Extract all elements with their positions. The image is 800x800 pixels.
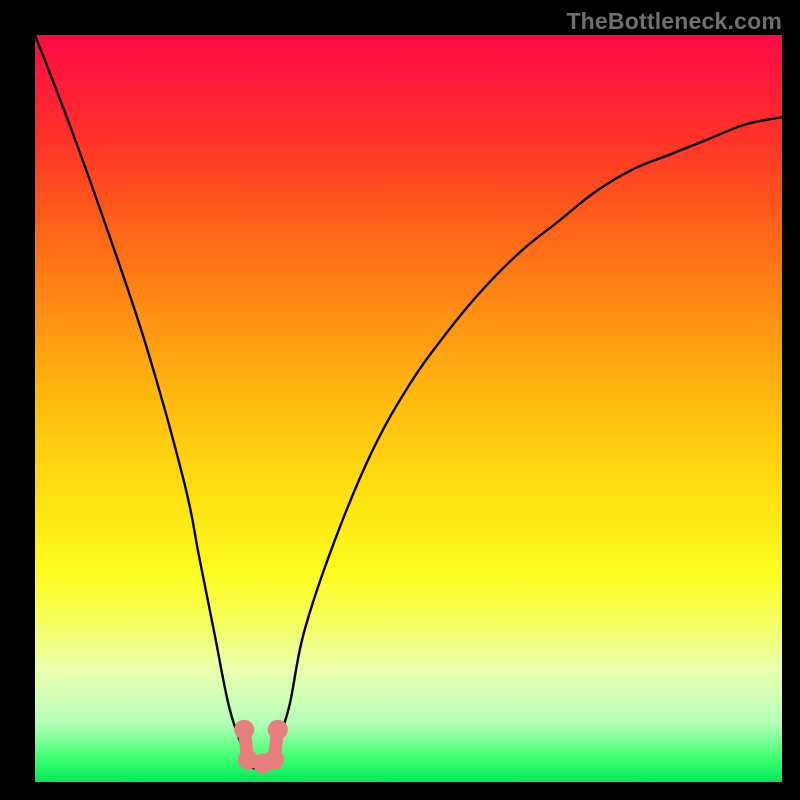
watermark-text: TheBottleneck.com — [566, 8, 782, 35]
chart-plot-area — [35, 35, 782, 782]
chart-frame: TheBottleneck.com — [0, 0, 800, 800]
